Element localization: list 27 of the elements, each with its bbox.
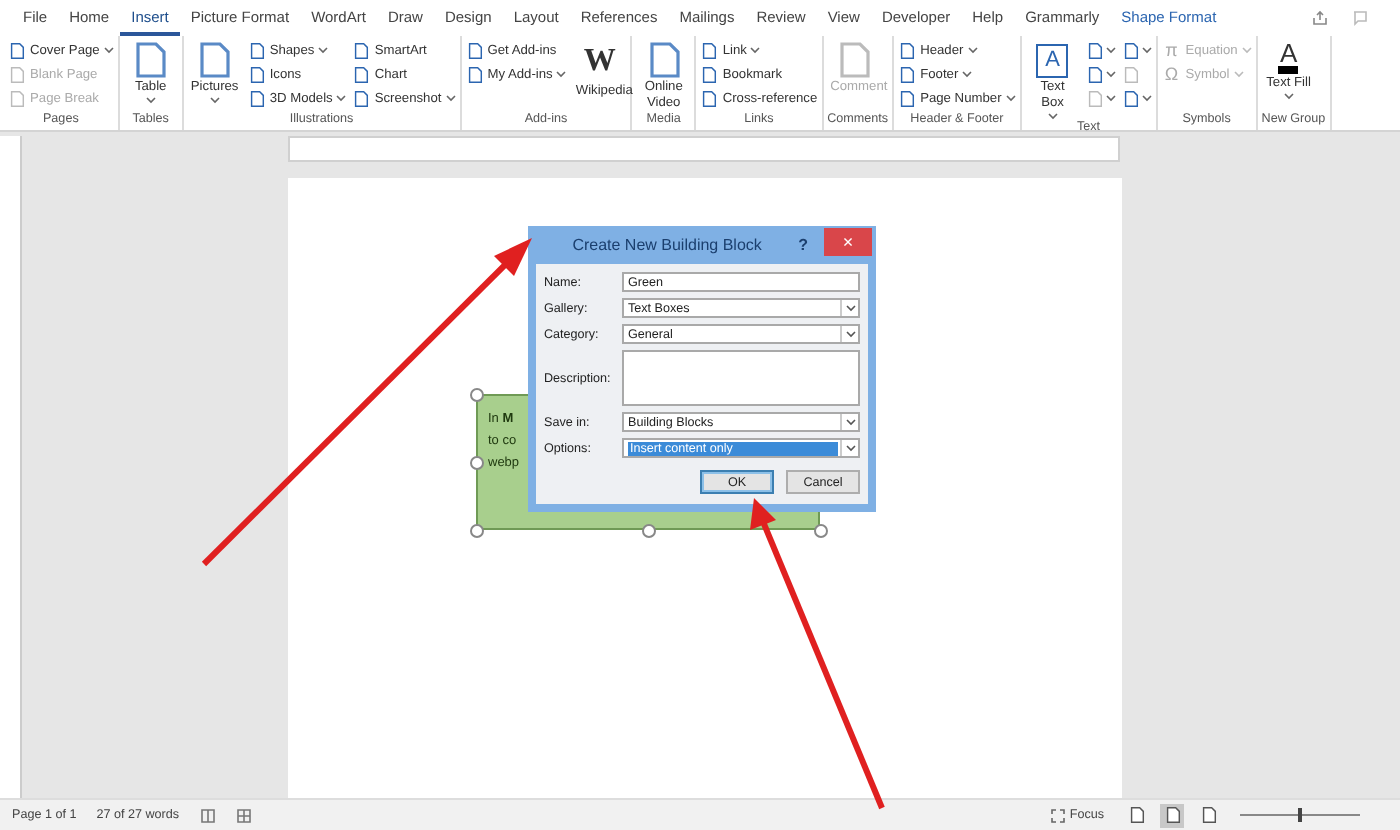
book-icon[interactable] xyxy=(199,807,216,823)
caret-icon xyxy=(845,418,855,426)
caret-icon xyxy=(845,304,855,312)
selection-handle[interactable] xyxy=(470,456,484,470)
selection-handle[interactable] xyxy=(642,524,656,538)
selection-handle[interactable] xyxy=(814,524,828,538)
symbol-icon: Ω xyxy=(1161,64,1182,84)
selection-handle[interactable] xyxy=(470,388,484,402)
ribbon-icon-button[interactable] xyxy=(1121,88,1152,108)
selection-handle[interactable] xyxy=(470,524,484,538)
caret-icon xyxy=(845,330,855,338)
letter-icon: W xyxy=(579,40,620,84)
symbol-icon: π xyxy=(1161,40,1182,60)
ribbon-icon-button[interactable] xyxy=(1121,40,1152,60)
table-icon[interactable] xyxy=(235,807,252,823)
comment-icon[interactable] xyxy=(1352,10,1368,26)
dialog-title: Create New Building Block xyxy=(570,236,764,254)
view-button[interactable] xyxy=(1160,803,1184,827)
ribbon-icon-button[interactable] xyxy=(1085,40,1116,60)
help-button[interactable]: ? xyxy=(798,236,808,254)
close-button[interactable]: × xyxy=(824,227,872,255)
share-icon[interactable] xyxy=(1312,10,1328,26)
caret-icon xyxy=(845,444,855,452)
ribbon-icon-button[interactable] xyxy=(1085,64,1116,84)
letter-icon: A xyxy=(1036,44,1069,78)
text-area[interactable] xyxy=(622,350,860,406)
focus-icon xyxy=(1049,807,1066,823)
